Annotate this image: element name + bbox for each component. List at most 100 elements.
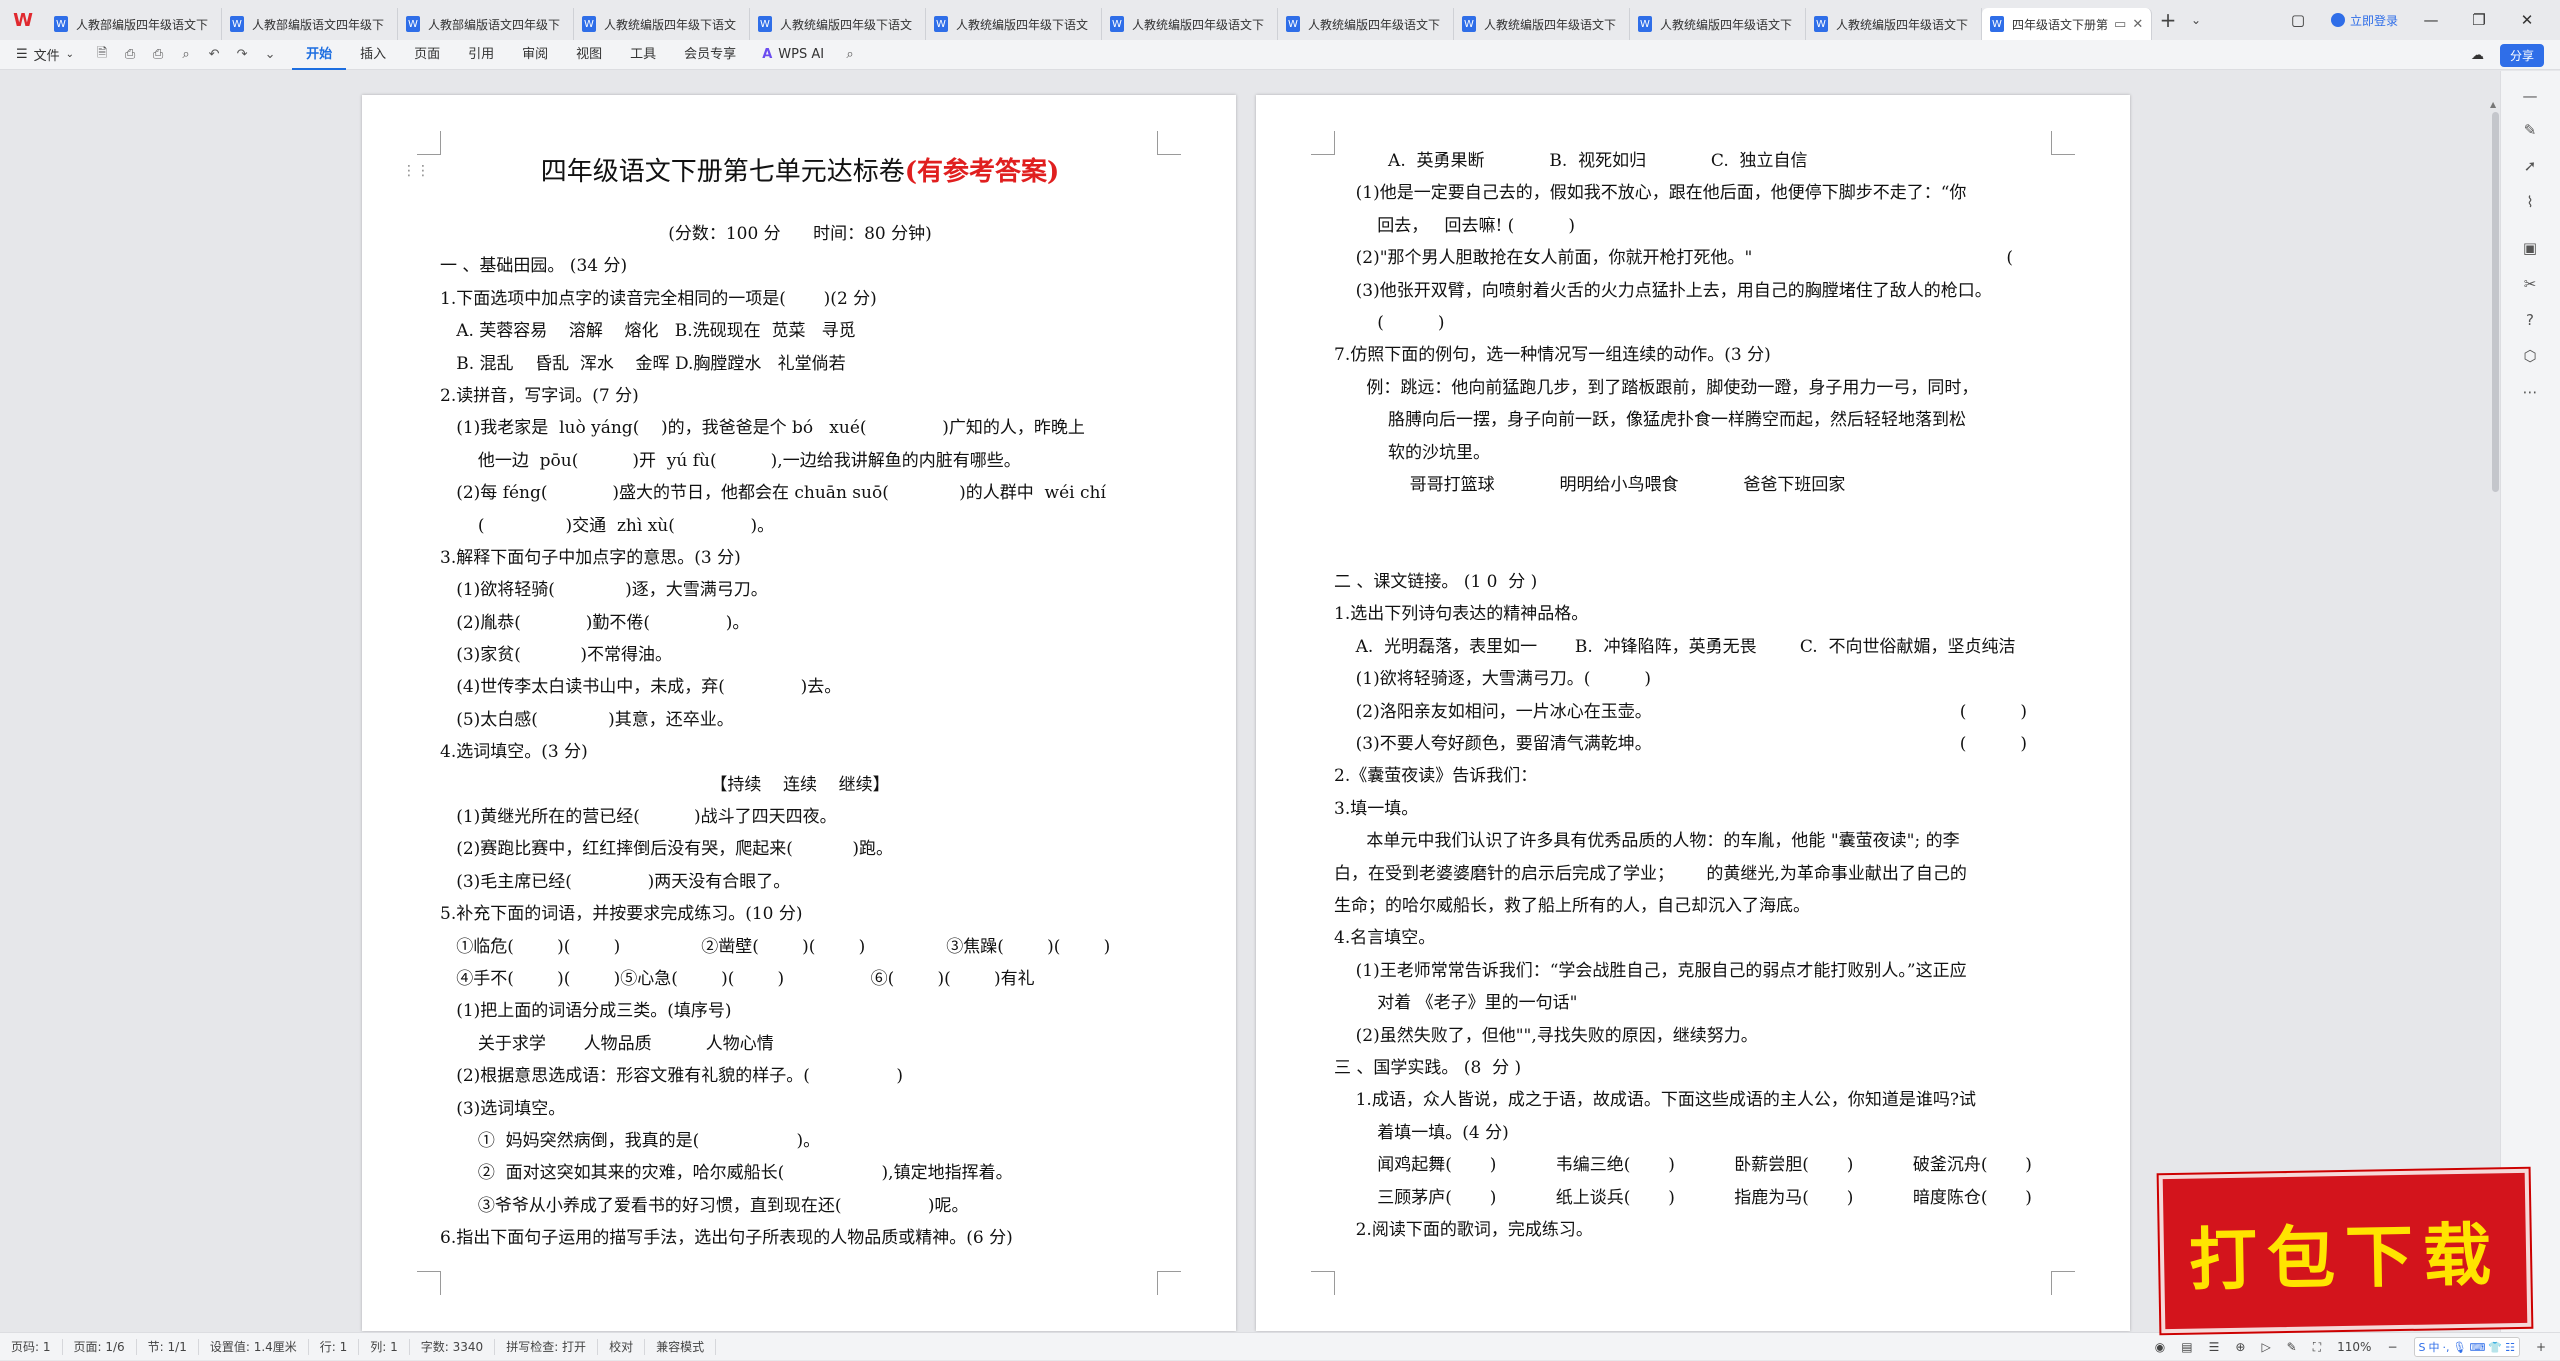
status-item[interactable]: 节: 1/1 — [137, 1338, 199, 1355]
export-pdf-icon[interactable]: ⎙ — [116, 47, 144, 62]
ribbon-tab[interactable]: 插入 — [346, 40, 400, 70]
close-tab-icon[interactable]: ✕ — [2132, 17, 2143, 32]
vertical-scrollbar-thumb[interactable] — [2492, 112, 2499, 492]
tools-icon[interactable]: ✂ — [2519, 275, 2541, 297]
ribbon-tab[interactable]: 开始 — [292, 40, 347, 70]
wps-logo-icon[interactable]: W — [0, 0, 46, 40]
outline-view-icon[interactable]: ☰ — [2209, 1340, 2220, 1354]
print-icon[interactable]: ⎙ — [144, 47, 172, 62]
text-line — [1334, 534, 2054, 566]
document-tab[interactable]: W 人教统编版四年级语文下 — [1806, 8, 1982, 40]
close-window-button[interactable]: ✕ — [2512, 11, 2542, 29]
document-tab[interactable]: W 人教部编版四年级语文下 — [46, 8, 222, 40]
window-layout-icon[interactable]: ▢ — [2283, 11, 2313, 29]
status-item[interactable]: 行: 1 — [309, 1338, 360, 1355]
collapse-icon[interactable]: — — [2519, 87, 2541, 109]
tab-label: 人教统编版四年级语文下 — [1132, 17, 1265, 32]
status-item[interactable]: 拼写检查: 打开 — [495, 1338, 599, 1355]
ime-item[interactable]: 中 — [2429, 1339, 2440, 1355]
image-edit-icon[interactable]: ▣ — [2519, 239, 2541, 261]
paragraph-drag-handle-icon[interactable]: ⋮⋮ — [402, 163, 430, 179]
chevron-down-icon[interactable]: ⌄ — [256, 47, 284, 62]
fit-page-icon[interactable]: ⛶ — [2313, 1340, 2321, 1355]
text-line: 二 、课文链接。 (1 0 分 ) — [1334, 572, 1538, 593]
page-1-lines: (分数：100 分 时间：80 分钟) 一 、基础田园。 (34 分) 1.下面选项… — [440, 218, 1160, 1255]
help-icon[interactable]: ? — [2519, 311, 2541, 333]
read-mode-icon[interactable]: ▷ — [2261, 1340, 2270, 1354]
document-page-2[interactable]: A. 英勇果断 B. 视死如归 C. 独立自信 (1)他是一定要自己去的，假如我… — [1256, 95, 2130, 1331]
print-preview-icon[interactable]: ⌕ — [172, 47, 200, 62]
status-item[interactable]: 页面: 1/6 — [63, 1338, 137, 1355]
status-item[interactable]: 设置值: 1.4厘米 — [199, 1338, 309, 1355]
zoom-level[interactable]: 110% — [2337, 1340, 2371, 1354]
file-menu[interactable]: ☰ 文件 ⌄ — [0, 45, 88, 64]
text-line: ③爷爷从小养成了爱看书的好习惯，直到现在还( )呢。 — [440, 1195, 969, 1216]
eye-protection-icon[interactable]: ◉ — [2155, 1340, 2165, 1354]
input-method-bar[interactable]: S 中 ·, 🎙 ⌨ 👕 ☷ — [2413, 1337, 2520, 1357]
minimize-button[interactable]: — — [2416, 11, 2446, 29]
ime-item[interactable]: ⌨ — [2469, 1341, 2485, 1354]
document-tab[interactable]: W 人教统编版四年级下语文 — [926, 8, 1102, 40]
ime-item[interactable]: ☷ — [2505, 1341, 2515, 1354]
chevron-down-icon[interactable]: ⌄ — [2184, 13, 2208, 27]
cloud-sync-icon[interactable]: ☁ — [2471, 48, 2484, 63]
status-item[interactable]: 兼容模式 — [645, 1338, 717, 1355]
text-line: 4.名言填空。 — [1334, 928, 1436, 949]
undo-icon[interactable]: ↶ — [200, 47, 228, 62]
document-tab[interactable]: W 人教统编版四年级下语文 — [750, 8, 926, 40]
document-tab[interactable]: W 人教统编版四年级语文下 — [1454, 8, 1630, 40]
pen-icon[interactable]: ✎ — [2519, 121, 2541, 143]
status-item[interactable]: 列: 1 — [359, 1338, 410, 1355]
download-package-badge[interactable]: 打包下载 — [2158, 1168, 2532, 1334]
document-tab[interactable]: W 人教统编版四年级语文下 — [1102, 8, 1278, 40]
document-tab[interactable]: W 人教统编版四年级语文下 — [1278, 8, 1454, 40]
ribbon-tab[interactable]: 工具 — [616, 40, 670, 70]
search-icon[interactable]: ⌕ — [836, 47, 864, 62]
write-mode-icon[interactable]: ✎ — [2287, 1340, 2297, 1354]
web-view-icon[interactable]: ⊕ — [2235, 1340, 2245, 1354]
document-tab-active[interactable]: W 四年级语文下册第 ▭ ✕ — [1982, 8, 2152, 40]
scroll-up-icon[interactable]: ▲ — [2490, 100, 2496, 109]
ribbon-tab[interactable]: 视图 — [562, 40, 616, 70]
login-button[interactable]: 立即登录 — [2330, 12, 2398, 29]
ime-item[interactable]: S — [2419, 1341, 2426, 1354]
format-painter-icon[interactable]: ⌇ — [2519, 193, 2541, 215]
text-line: (3)他张开双臂，向喷射着火舌的火力点猛扑上去，用自己的胸膛堵住了敌人的枪口。 — [1334, 280, 1992, 301]
restore-button[interactable]: ❐ — [2464, 11, 2494, 29]
document-tab[interactable]: W 人教部编版语文四年级下 — [398, 8, 574, 40]
word-doc-icon: W — [1110, 16, 1124, 32]
ribbon-tab[interactable]: 引用 — [454, 40, 508, 70]
ribbon-tab[interactable]: 审阅 — [508, 40, 562, 70]
margin-marker — [1311, 1271, 1335, 1295]
new-tab-button[interactable]: + — [2152, 8, 2184, 32]
redo-icon[interactable]: ↷ — [228, 47, 256, 62]
save-icon[interactable]: 🗎 — [88, 44, 116, 66]
status-item[interactable]: 页码: 1 — [0, 1338, 63, 1355]
document-tab[interactable]: W 人教部编版语文四年级下 — [222, 8, 398, 40]
ime-item[interactable]: 🎙 — [2453, 1341, 2467, 1354]
zoom-in-icon[interactable]: + — [2536, 1340, 2546, 1354]
share-button[interactable]: 分享 — [2499, 43, 2544, 67]
document-page-1[interactable]: ⋮⋮ 四年级语文下册第七单元达标卷(有参考答案) (分数：100 分 时间：80… — [362, 95, 1236, 1331]
document-tab[interactable]: W 人教统编版四年级下语文 — [574, 8, 750, 40]
document-workspace[interactable]: ⋮⋮ 四年级语文下册第七单元达标卷(有参考答案) (分数：100 分 时间：80… — [0, 71, 2490, 1332]
ime-item[interactable]: ·, — [2443, 1341, 2450, 1354]
wps-ai-button[interactable]: A WPS AI — [750, 47, 836, 62]
ribbon-tab[interactable]: 会员专享 — [670, 40, 750, 70]
status-item[interactable]: 字数: 3340 — [410, 1338, 496, 1355]
page-view-icon[interactable]: ▤ — [2181, 1340, 2192, 1354]
status-items: 页码: 1 页面: 1/6 节: 1/1 设置值: 1.4厘米 行: 1 列: 1 字数: … — [0, 1338, 717, 1355]
select-arrow-icon[interactable]: ➚ — [2519, 157, 2541, 179]
ime-item[interactable]: 👕 — [2488, 1341, 2502, 1354]
document-tab[interactable]: W 人教统编版四年级语文下 — [1630, 8, 1806, 40]
page-2-content: A. 英勇果断 B. 视死如归 C. 独立自信 (1)他是一定要自己去的，假如我… — [1334, 145, 2054, 1246]
status-item[interactable]: 校对 — [598, 1338, 646, 1355]
ribbon-tab[interactable]: 页面 — [400, 40, 454, 70]
more-icon[interactable]: ⋯ — [2519, 383, 2541, 405]
text-line: (2)赛跑比赛中，红红摔倒后没有哭，爬起来( )跑。 — [440, 839, 893, 860]
text-line: (1)欲将轻骑逐，大雪满弓刀。( ) — [1334, 669, 1651, 690]
margin-marker — [417, 1271, 441, 1295]
apps-icon[interactable]: ⬡ — [2519, 347, 2541, 369]
text-line: (2)洛阳亲友如相问，一片冰心在玉壶。 ( ) — [1334, 701, 2028, 722]
zoom-out-icon[interactable]: − — [2387, 1340, 2397, 1354]
